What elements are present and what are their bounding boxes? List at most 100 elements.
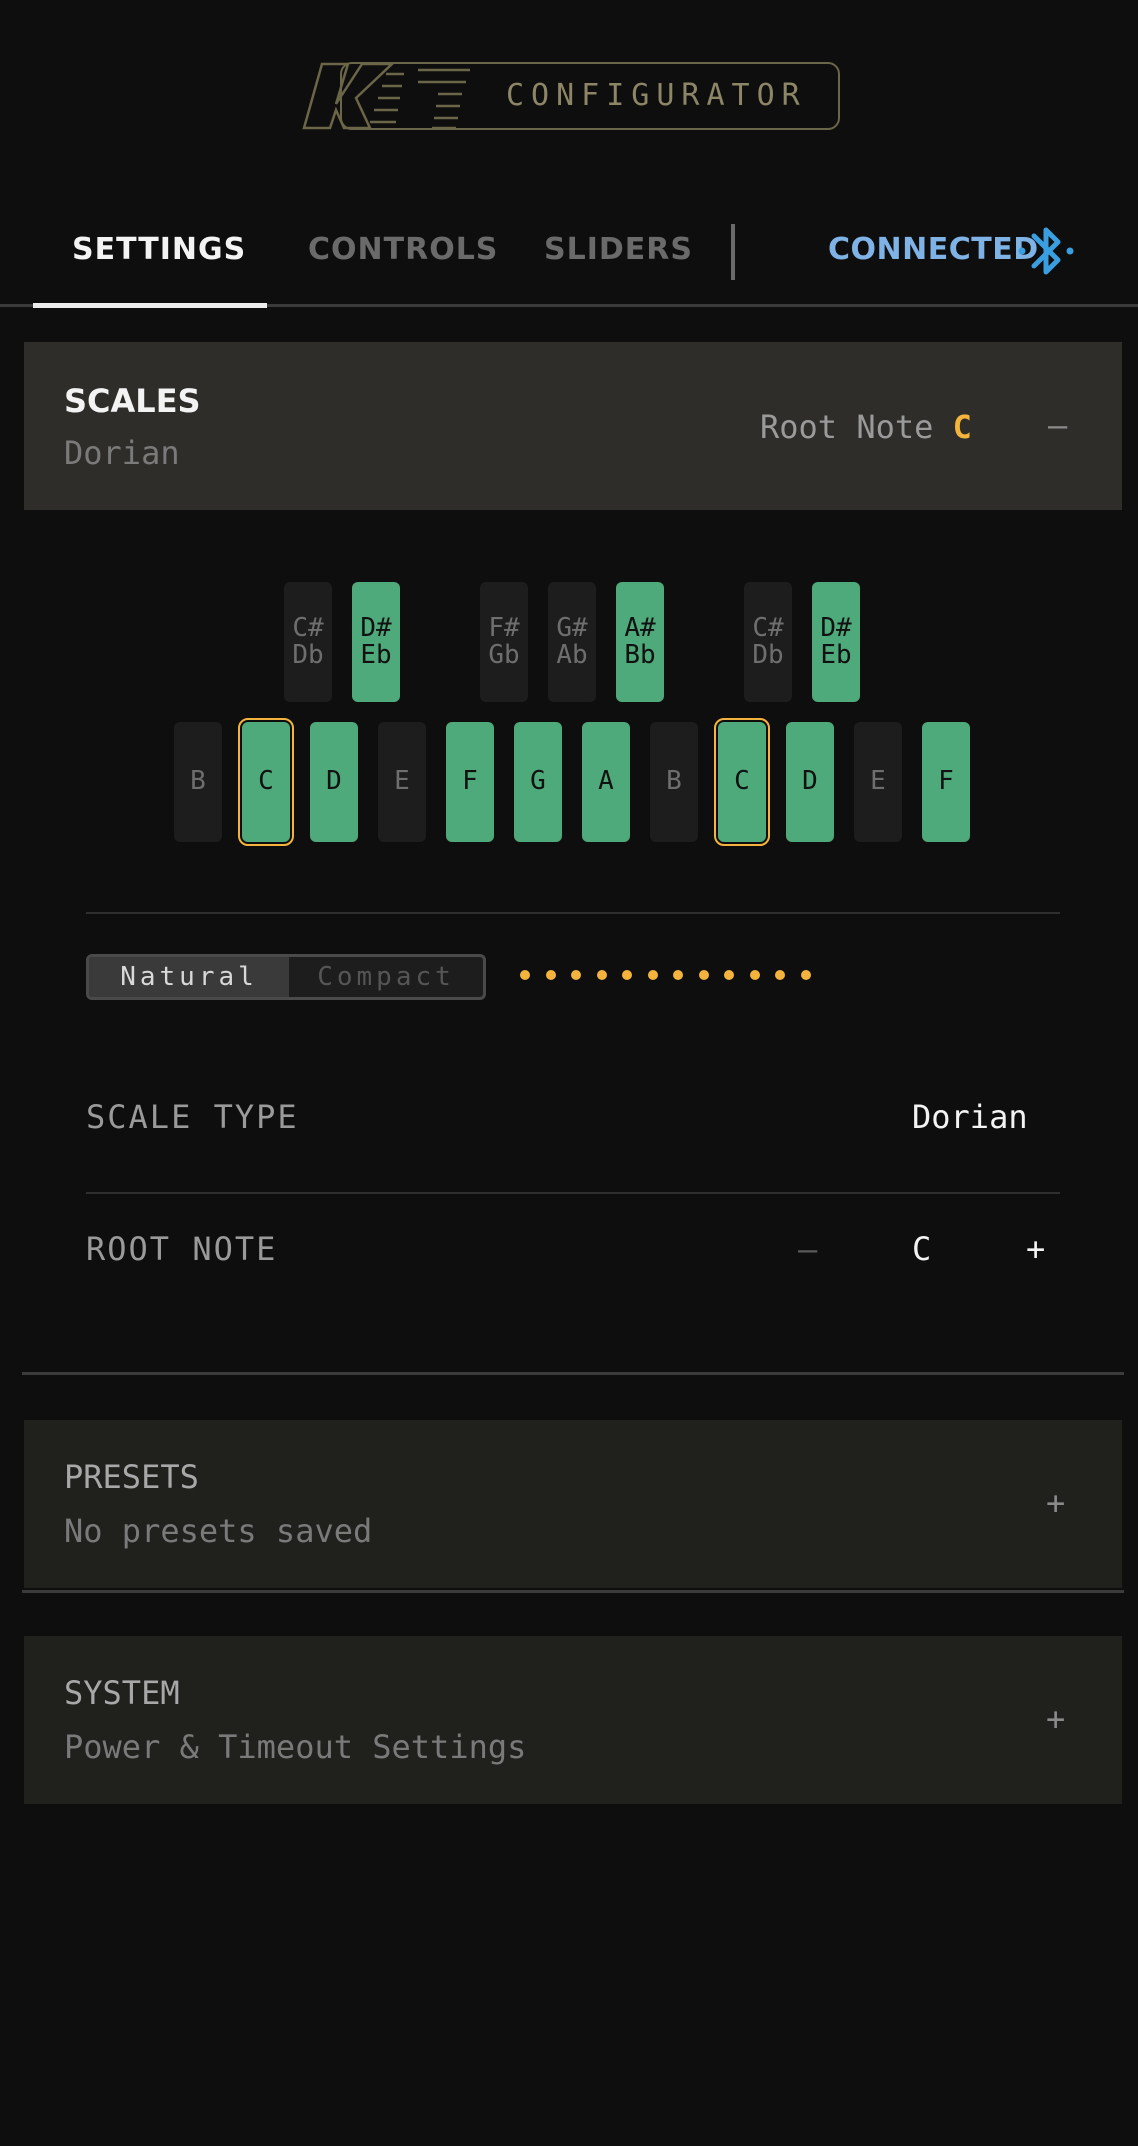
tab-sliders[interactable]: SLIDERS [544, 232, 693, 267]
active-tab-indicator [33, 303, 267, 308]
system-expand-button[interactable]: + [1046, 1700, 1065, 1738]
sharp-name: C# [292, 612, 324, 643]
scale-step-dot [673, 970, 683, 980]
black-key[interactable]: D# Eb [812, 582, 860, 702]
black-key[interactable]: D# Eb [352, 582, 400, 702]
scales-subtitle: Dorian [64, 434, 180, 472]
scale-step-dot [520, 970, 530, 980]
layout-compact-option[interactable]: Compact [289, 957, 483, 997]
white-key[interactable]: A [582, 722, 630, 842]
black-key-label: D# Eb [360, 612, 392, 670]
bluetooth-icon[interactable] [1016, 218, 1076, 284]
white-key[interactable]: E [854, 722, 902, 842]
white-key[interactable]: D [310, 722, 358, 842]
sharp-name: C# [752, 612, 784, 643]
flat-name: Eb [820, 640, 852, 670]
white-key[interactable]: E [378, 722, 426, 842]
white-key-label: E [870, 766, 886, 797]
scale-type-select[interactable]: Dorian [912, 1098, 1028, 1136]
root-note-summary-label: Root Note [760, 408, 934, 446]
white-key-label: A [598, 766, 614, 797]
white-key-label: C [734, 766, 750, 797]
layout-natural-option[interactable]: Natural [89, 957, 289, 997]
scale-step-dot [571, 970, 581, 980]
black-key-label: D# Eb [820, 612, 852, 670]
black-key-label: F# Gb [488, 612, 520, 670]
sharp-name: F# [488, 612, 520, 643]
scale-step-dot [775, 970, 785, 980]
tab-settings[interactable]: SETTINGS [72, 232, 246, 267]
scales-panel-header[interactable]: SCALES Dorian Root Note C – [24, 342, 1122, 510]
tab-separator [731, 224, 735, 280]
row-divider [86, 1192, 1060, 1194]
sharp-name: D# [360, 612, 392, 643]
white-key-root[interactable]: C [238, 718, 294, 846]
presets-title: PRESETS [64, 1458, 199, 1496]
black-key-label: A# Bb [624, 612, 656, 670]
scale-step-dot [647, 970, 658, 980]
root-note-summary: Root Note C [760, 408, 972, 446]
white-key[interactable]: F [922, 722, 970, 842]
system-panel-header[interactable]: SYSTEM Power & Timeout Settings + [24, 1636, 1122, 1804]
black-key-label: C# Db [292, 612, 324, 670]
white-key-label: E [394, 766, 410, 797]
logo-mark-icon [302, 62, 470, 130]
tab-bar: SETTINGS CONTROLS SLIDERS CONNECTED [0, 200, 1138, 310]
white-key-label: D [326, 766, 342, 797]
white-key-label: F [462, 766, 478, 797]
tab-controls[interactable]: CONTROLS [308, 232, 498, 267]
white-key[interactable]: B [650, 722, 698, 842]
white-key[interactable]: B [174, 722, 222, 842]
white-key-label: F [938, 766, 954, 797]
white-key[interactable]: F [446, 722, 494, 842]
white-key-label: D [802, 766, 818, 797]
root-note-summary-value: C [952, 408, 972, 446]
black-key[interactable]: C# Db [744, 582, 792, 702]
scales-title: SCALES [64, 382, 201, 420]
root-note-label: ROOT NOTE [86, 1230, 278, 1268]
scale-step-dot [622, 970, 632, 980]
sharp-name: A# [624, 612, 656, 643]
scale-step-dot [724, 970, 734, 980]
root-note-decrement-button[interactable]: – [798, 1230, 817, 1268]
black-key[interactable]: C# Db [284, 582, 332, 702]
white-key[interactable]: D [786, 722, 834, 842]
flat-name: Gb [488, 640, 520, 670]
white-key-label: G [530, 766, 546, 797]
black-key[interactable]: A# Bb [616, 582, 664, 702]
white-key-root[interactable]: C [714, 718, 770, 846]
white-key-label: B [190, 766, 206, 797]
presets-expand-button[interactable]: + [1046, 1484, 1065, 1522]
black-key[interactable]: G# Ab [548, 582, 596, 702]
sharp-name: D# [820, 612, 852, 643]
scale-step-dot [596, 970, 607, 980]
app-logo: CONFIGURATOR [300, 60, 842, 132]
scale-step-dot [800, 970, 811, 980]
black-key[interactable]: F# Gb [480, 582, 528, 702]
scale-step-dot [749, 970, 760, 980]
logo-text: CONFIGURATOR [506, 78, 807, 113]
flat-name: Db [292, 640, 324, 670]
presets-panel-header[interactable]: PRESETS No presets saved + [24, 1420, 1122, 1588]
scale-type-label: SCALE TYPE [86, 1098, 299, 1136]
flat-name: Eb [360, 640, 392, 670]
black-key-label: G# Ab [556, 612, 588, 670]
keyboard-divider [86, 912, 1060, 914]
sharp-name: G# [556, 612, 588, 643]
connection-status: CONNECTED [828, 232, 1039, 267]
flat-name: Ab [556, 640, 588, 670]
system-subtitle: Power & Timeout Settings [64, 1728, 527, 1766]
flat-name: Db [752, 640, 784, 670]
system-title: SYSTEM [64, 1674, 180, 1712]
scale-step-dot [545, 970, 556, 980]
root-note-increment-button[interactable]: + [1026, 1230, 1045, 1268]
white-key[interactable]: G [514, 722, 562, 842]
root-note-value: C [912, 1230, 932, 1268]
section-divider [22, 1372, 1124, 1375]
white-key-label: C [258, 766, 274, 797]
flat-name: Bb [624, 640, 656, 670]
layout-toggle: Natural Compact [86, 954, 486, 1000]
scales-collapse-button[interactable]: – [1048, 406, 1067, 444]
presets-subtitle: No presets saved [64, 1512, 373, 1550]
white-key-label: B [666, 766, 682, 797]
